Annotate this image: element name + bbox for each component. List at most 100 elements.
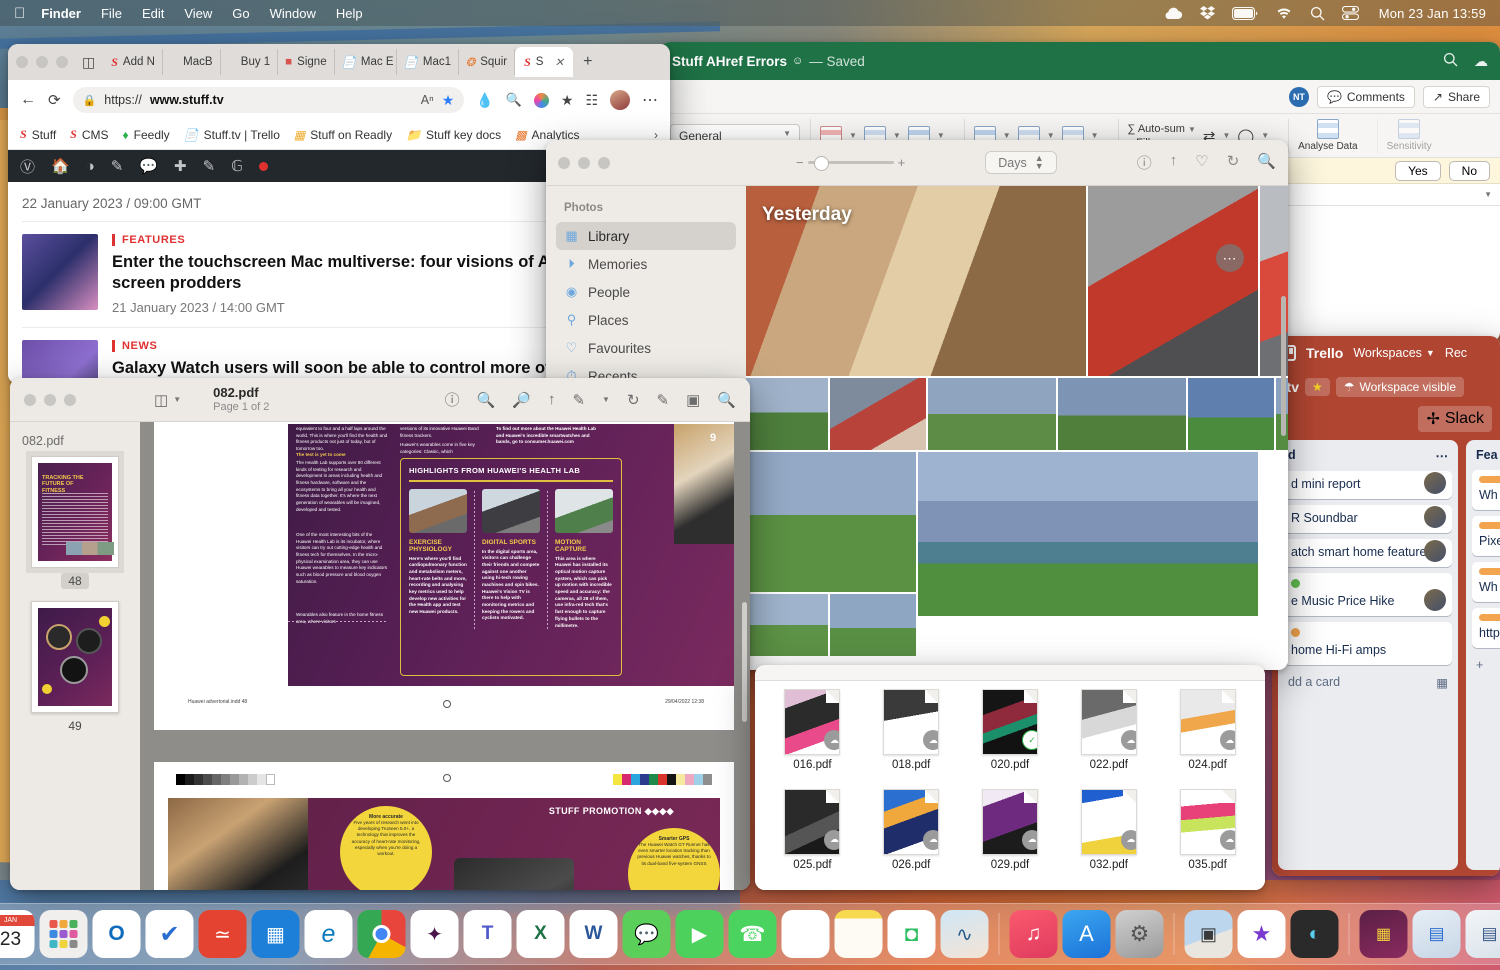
trello-card[interactable]: e Music Price Hike — [1284, 573, 1452, 616]
photo-thumbnail[interactable] — [830, 378, 926, 450]
photo-thumbnail[interactable] — [746, 594, 828, 656]
rotate-icon[interactable]: ↻ — [627, 391, 640, 409]
trello-card[interactable]: Pixe — [1472, 516, 1500, 556]
slider-track[interactable] — [807, 156, 894, 171]
pdf-file-icon[interactable]: ☁ — [1080, 689, 1137, 755]
menu-file[interactable]: File — [101, 6, 122, 21]
photo-thumbnail[interactable] — [918, 452, 1258, 616]
tab-buy[interactable]:  Buy 1 — [221, 49, 279, 75]
dock-item-chrome[interactable] — [357, 910, 406, 958]
no-button[interactable]: No — [1448, 160, 1490, 181]
analyse-data-group[interactable]: Analyse Data — [1288, 118, 1366, 153]
pdf-page-48[interactable]: 9 equivalent to four and a half laps aro… — [154, 422, 734, 730]
dock-item-appstore[interactable]: A — [1062, 910, 1111, 958]
close-button[interactable] — [558, 156, 570, 169]
photos-grid[interactable]: Yesterday ⋯ — [746, 186, 1288, 670]
dock-item-downloads-stack[interactable]: ▤ — [1412, 910, 1461, 958]
pdf-file-icon[interactable]: ☁ — [883, 689, 940, 755]
info-icon[interactable]: ⓘ — [445, 389, 460, 410]
bookmark-trello[interactable]: 📄 Stuff.tv | Trello — [184, 128, 280, 142]
ellipsis-icon[interactable]: ⋯ — [1216, 244, 1244, 272]
dock-item-todoist[interactable]: ≃ — [198, 910, 247, 958]
star-icon[interactable]: ★ — [1305, 378, 1330, 396]
avatar[interactable] — [1424, 472, 1446, 494]
dock-item-calendar[interactable]: JAN 23 — [0, 910, 35, 958]
tab-mac1[interactable]: 📄 Mac1 — [397, 49, 459, 75]
new-tab-button[interactable]: + — [583, 53, 592, 71]
pdf-file-icon[interactable]: ☁ — [1179, 689, 1236, 755]
search-icon[interactable]: 🔍 — [1257, 152, 1276, 173]
photo-thumbnail[interactable] — [1088, 186, 1258, 376]
add-card-button[interactable]: dd a card ▦ — [1284, 671, 1452, 694]
cloud-status-icon[interactable]: ☁ — [824, 829, 840, 850]
dock-item-trello[interactable]: ▦ — [251, 910, 300, 958]
list-item[interactable]: ☁ 022.pdf — [1061, 689, 1156, 783]
menu-window[interactable]: Window — [270, 6, 316, 21]
dock-item-messages[interactable]: 💬 — [622, 910, 671, 958]
cloud-status-icon[interactable]: ☁ — [1120, 730, 1136, 750]
zoom-out-label[interactable]: − — [796, 155, 804, 170]
photo-thumbnail[interactable] — [746, 378, 828, 450]
view-mode-stepper[interactable]: Days ▲ ▼ — [985, 151, 1057, 174]
post-headline[interactable]: Galaxy Watch users will soon be able to … — [112, 358, 605, 379]
dock-item-word[interactable]: W — [569, 910, 618, 958]
cloud-status-icon[interactable]: ☁ — [1219, 730, 1235, 750]
pdf-file-icon[interactable]: ☁ — [1179, 788, 1236, 855]
search-icon[interactable]: 🔍 — [717, 391, 736, 409]
close-icon[interactable]: ✕ — [554, 55, 564, 69]
dock-item-documents-stack[interactable]: ▤ — [1465, 910, 1500, 958]
menu-clock[interactable]: Mon 23 Jan 13:59 — [1379, 6, 1486, 21]
dock-item-system-settings[interactable]: ⚙ — [1115, 910, 1164, 958]
close-button[interactable] — [16, 56, 28, 68]
sign-icon[interactable]: ▣ — [686, 391, 700, 409]
address-bar[interactable]: 🔒 https:// www.stuff.tv Aⁿ ★ — [72, 87, 465, 113]
post-headline[interactable]: Enter the touchscreen Mac multiverse: fo… — [112, 252, 607, 294]
autosum-button[interactable]: ∑ Auto-sum ▼ — [1128, 123, 1196, 135]
battery-icon[interactable] — [1231, 6, 1258, 20]
trello-card[interactable]: Wh for http s-p whi you — [1472, 562, 1500, 602]
avatar[interactable]: NT — [1288, 86, 1309, 107]
pdf-file-icon[interactable]: ☁ — [981, 788, 1038, 855]
more-icon[interactable]: ⋯ — [642, 90, 658, 110]
dock-item-imovie[interactable]: ★ — [1237, 910, 1286, 958]
dock-item-launchpad[interactable] — [39, 910, 88, 958]
navigation-bar[interactable]: ← ⟳ 🔒 https://www.stuff.tv Aⁿ ★ 💧 🔍 ★ ☷ … — [8, 80, 670, 120]
site-icon[interactable]: 🏠 — [51, 157, 70, 175]
tab-squir[interactable]: ❂ Squir — [459, 49, 516, 75]
list-item[interactable]: ☁ 025.pdf — [765, 788, 860, 883]
sidebar-item-library[interactable]: ▦ Library — [556, 222, 736, 250]
back-arrow-icon[interactable]: ← — [20, 91, 36, 109]
minimise-button[interactable] — [36, 56, 48, 68]
dropbox-icon[interactable] — [1199, 6, 1215, 20]
share-icon[interactable]: ↑ — [1170, 152, 1178, 173]
pdf-file-icon[interactable]: ✓ — [981, 689, 1038, 755]
zoom-in-icon[interactable]: 🔎 — [512, 391, 531, 409]
bookmark-readly[interactable]: ▦ Stuff on Readly — [294, 128, 392, 142]
avatar[interactable] — [1424, 540, 1446, 562]
list-item[interactable]: ☁ 035.pdf — [1160, 788, 1255, 883]
list-header[interactable]: Fea — [1472, 446, 1500, 464]
menu-go[interactable]: Go — [232, 6, 249, 21]
minimise-button[interactable] — [44, 393, 56, 406]
window-controls[interactable] — [558, 156, 610, 169]
sidebar-item-people[interactable]: ◉ People — [556, 278, 736, 306]
menu-app-name[interactable]: Finder — [41, 6, 81, 21]
reload-icon[interactable]: ⟳ — [48, 91, 61, 109]
dock-item-music[interactable]: ♫ — [1009, 910, 1058, 958]
trello-list[interactable]: d ⋯ d mini report R Soundbar atch smart … — [1278, 440, 1458, 870]
star-filled-icon[interactable]: ★ — [442, 92, 455, 109]
comments-icon[interactable]: 💬 — [139, 157, 158, 175]
tab-actions-icon[interactable]: ◫ — [82, 54, 95, 71]
chevron-down-icon[interactable]: ▼ — [602, 395, 610, 404]
tab-strip[interactable]: ◫ S Add N  MacB  Buy 1 ■ Signe 📄 Mac E… — [8, 44, 670, 80]
cloud-icon[interactable] — [1163, 7, 1183, 20]
sidebar-item-places[interactable]: ⚲ Places — [556, 306, 736, 334]
list-item[interactable]: ☁ 016.pdf — [765, 689, 860, 783]
page-thumbnail[interactable] — [31, 601, 119, 713]
share-people-icon[interactable]: ☁ — [1474, 53, 1488, 70]
sidebar-item-memories[interactable]: ⏵ Memories — [556, 250, 736, 278]
trello-card[interactable]: http iph — [1472, 608, 1500, 648]
workspaces-menu[interactable]: Workspaces ▼ — [1353, 346, 1434, 360]
trello-board[interactable]: d ⋯ d mini report R Soundbar atch smart … — [1272, 434, 1500, 876]
cloud-status-icon[interactable]: ☁ — [923, 829, 939, 850]
